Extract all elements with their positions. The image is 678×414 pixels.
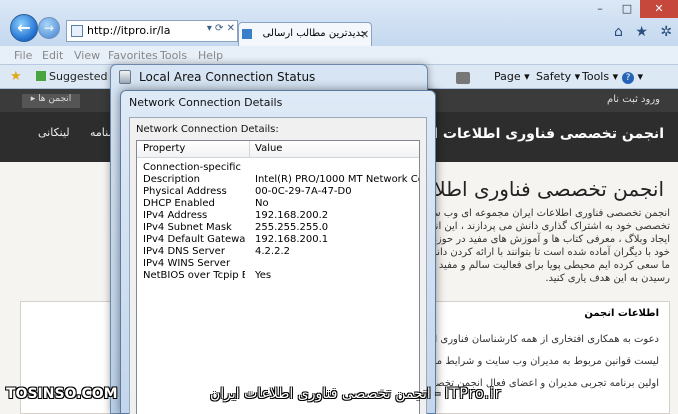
column-header-value[interactable]: Value [255, 143, 282, 154]
suggested-sites-icon [36, 71, 46, 81]
menu-view[interactable]: View [74, 49, 100, 62]
status-dialog-title: Local Area Connection Status [139, 70, 316, 84]
address-bar[interactable]: http://itpro.ir/la ▾ ⟳ ✕ [66, 20, 238, 42]
site-title[interactable]: انجمن تخصصی فناوری اطلاعات ایران [403, 126, 664, 142]
detail-property: IPv4 Default Gateway [143, 234, 245, 245]
help-icon: ? [622, 72, 634, 84]
detail-property: NetBIOS over Tcpip En... [143, 270, 245, 281]
detail-property: Description [143, 174, 200, 185]
forums-home-button[interactable]: انجمن ها ▸ [22, 94, 80, 108]
detail-property: IPv4 Address [143, 210, 208, 221]
login-links[interactable]: ورود ثبت نام [607, 94, 660, 105]
detail-value: 255.255.255.0 [255, 222, 329, 233]
details-dialog-body: Network Connection Details: Property Val… [129, 117, 427, 414]
close-tab-icon[interactable]: ✕ [360, 28, 369, 41]
detail-row[interactable]: Physical Address 00-0C-29-7A-47-D0 [137, 186, 419, 198]
detail-value: No [255, 198, 269, 209]
detail-value: 192.168.200.2 [255, 210, 329, 221]
detail-value: Intel(R) PRO/1000 MT Network Connecti [255, 174, 419, 185]
detail-property: Connection-specific DN... [143, 162, 245, 173]
safety-menu-button[interactable]: Safety ▾ [536, 70, 580, 83]
menu-tools[interactable]: Tools [160, 49, 187, 62]
tab-icon [242, 29, 252, 39]
forward-button[interactable]: → [38, 17, 60, 39]
favorites-star-icon[interactable]: ★ [10, 69, 22, 84]
tools-menu-button[interactable]: Tools ▾ [582, 70, 618, 83]
detail-property: IPv4 Subnet Mask [143, 222, 232, 233]
page-heading: انجمن تخصصی فناوری اطلاعات [397, 177, 664, 201]
menu-file[interactable]: File [14, 49, 32, 62]
menu-edit[interactable]: Edit [42, 49, 63, 62]
details-listview[interactable]: Property Value Connection-specific DN...… [136, 140, 420, 414]
detail-property: DHCP Enabled [143, 198, 215, 209]
details-label: Network Connection Details: [136, 124, 279, 135]
menu-help[interactable]: Help [198, 49, 223, 62]
menu-bar: File Edit View Favorites Tools Help [0, 46, 678, 65]
help-menu-button[interactable]: ? ▾ [622, 70, 643, 84]
detail-row[interactable]: IPv4 DNS Server 4.2.2.2 [137, 246, 419, 258]
details-dialog-title: Network Connection Details [129, 96, 283, 109]
tab-title: جدیدترین مطالب ارسالی [262, 28, 367, 39]
detail-row[interactable]: IPv4 Address 192.168.200.2 [137, 210, 419, 222]
detail-property: IPv4 WINS Server [143, 258, 231, 269]
detail-value: 192.168.200.1 [255, 234, 329, 245]
nav-link-1[interactable]: لینکانی [38, 126, 70, 139]
detail-row[interactable]: Description Intel(R) PRO/1000 MT Network … [137, 174, 419, 186]
minimize-button[interactable]: – [586, 0, 614, 18]
detail-row[interactable]: Connection-specific DN... [137, 162, 419, 174]
detail-value: Yes [255, 270, 272, 281]
detail-row[interactable]: NetBIOS over Tcpip En... Yes [137, 270, 419, 282]
address-text: http://itpro.ir/la [87, 24, 171, 37]
browser-titlebar: ← → http://itpro.ir/la ▾ ⟳ ✕ جدیدترین مط… [0, 0, 678, 46]
page-menu-button[interactable]: Page ▾ [494, 70, 530, 83]
column-header-property[interactable]: Property [143, 143, 185, 154]
help-menu-arrow: ▾ [637, 70, 644, 83]
maximize-button[interactable]: □ [614, 0, 640, 18]
detail-row[interactable]: IPv4 Subnet Mask 255.255.255.0 [137, 222, 419, 234]
close-window-button[interactable]: ✕ [640, 0, 678, 18]
back-button[interactable]: ← [10, 14, 38, 42]
detail-value: 00-0C-29-7A-47-D0 [255, 186, 352, 197]
detail-property: Physical Address [143, 186, 227, 197]
watermark-right: انجمن تخصصی فناوری اطلاعات ایران - ITPro… [210, 386, 502, 402]
connection-details-dialog: Network Connection Details Network Conne… [120, 90, 436, 414]
page-icon [71, 25, 83, 37]
detail-row[interactable]: IPv4 Default Gateway 192.168.200.1 [137, 234, 419, 246]
menu-favorites[interactable]: Favorites [108, 49, 158, 62]
watermark-left: TOSINSO.COM [6, 386, 118, 402]
tab-active[interactable]: جدیدترین مطالب ارسالی [238, 22, 372, 46]
detail-row[interactable]: IPv4 WINS Server [137, 258, 419, 270]
print-icon[interactable] [456, 72, 470, 84]
address-buttons[interactable]: ▾ ⟳ ✕ [207, 23, 235, 34]
listview-header: Property Value [137, 141, 419, 158]
detail-value: 4.2.2.2 [255, 246, 290, 257]
home-favorites-tools-icons[interactable]: ⌂ ★ ✲ [614, 24, 678, 40]
watermark: TOSINSO.COM انجمن تخصصی فناوری اطلاعات ا… [0, 386, 678, 406]
network-adapter-icon [119, 70, 131, 84]
info-box-title: اطلاعات انجمن [584, 308, 659, 319]
column-divider[interactable] [249, 141, 250, 158]
detail-property: IPv4 DNS Server [143, 246, 225, 257]
info-link[interactable]: دعوت به همکاری افتخاری از همه کارشناسان … [402, 334, 659, 345]
detail-row[interactable]: DHCP Enabled No [137, 198, 419, 210]
